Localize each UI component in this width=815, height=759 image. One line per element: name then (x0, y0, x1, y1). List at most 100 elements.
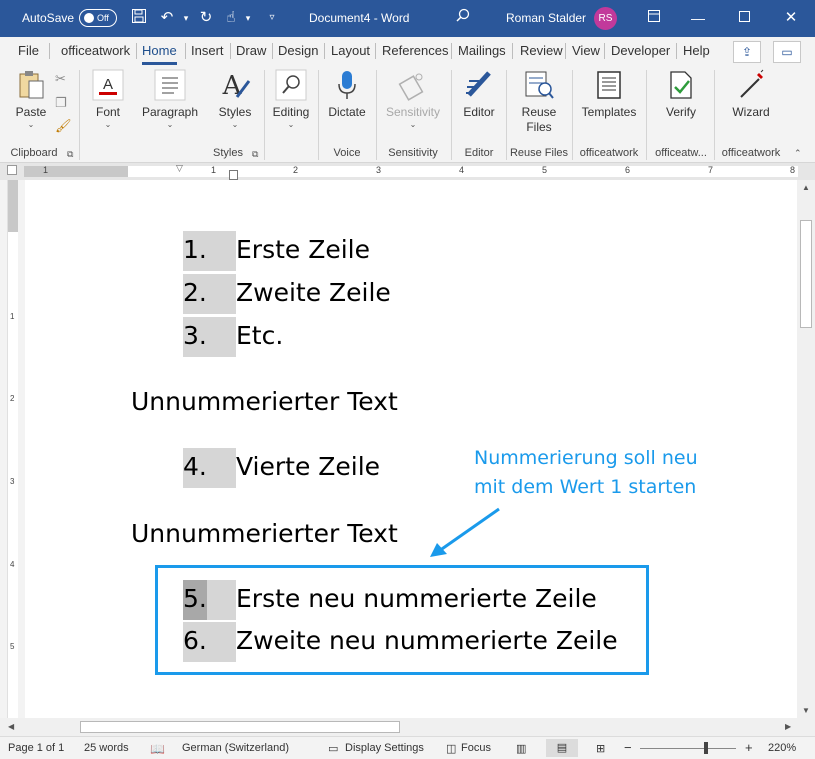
scroll-left-icon[interactable]: ◀ (8, 722, 14, 731)
minimize-icon[interactable]: — (688, 8, 708, 28)
dictate-button[interactable]: Dictate (325, 69, 369, 120)
sensitivity-button[interactable]: Sensitivity ⌄ (382, 69, 444, 130)
scroll-up-icon[interactable]: ▲ (802, 183, 810, 192)
language[interactable]: German (Switzerland) (182, 742, 289, 754)
hanging-indent-marker[interactable] (229, 170, 238, 180)
editing-button[interactable]: Editing ⌄ (270, 69, 312, 130)
horizontal-ruler[interactable]: 1 1 2 3 4 5 6 7 8 ▽ (0, 163, 815, 180)
collapse-ribbon-icon[interactable]: ⌃ (794, 148, 802, 159)
list-item: Vierte Zeile (236, 452, 381, 481)
templates-label: Templates (581, 105, 637, 119)
tab-officeatwork[interactable]: officeatwork (61, 43, 130, 63)
display-settings-icon[interactable]: ▭ (328, 742, 338, 755)
tab-view[interactable]: View (572, 43, 600, 63)
page-count[interactable]: Page 1 of 1 (8, 742, 64, 754)
wizard-button[interactable]: Wizard (728, 69, 774, 120)
editor-button[interactable]: Editor (458, 69, 500, 120)
verify-button[interactable]: Verify (660, 69, 702, 120)
vertical-ruler[interactable]: 1 2 3 4 5 (7, 180, 18, 718)
word-count[interactable]: 25 words (84, 742, 129, 754)
zoom-slider-thumb[interactable] (704, 742, 708, 754)
paste-button[interactable]: Paste ⌄ (10, 69, 52, 130)
tab-home[interactable]: Home (142, 43, 177, 65)
chevron-down-icon[interactable]: ⌄ (10, 120, 52, 130)
ruler-top-margin (8, 180, 18, 232)
group-sensitivity: Sensitivity (388, 147, 438, 159)
tab-help[interactable]: Help (683, 43, 710, 63)
first-line-indent-marker[interactable]: ▽ (176, 163, 183, 174)
templates-button[interactable]: Templates (580, 69, 638, 120)
copy-icon[interactable]: ❐ (55, 95, 67, 111)
tab-design[interactable]: Design (278, 43, 318, 63)
list-number: 2. (183, 278, 207, 307)
vertical-scroll-thumb[interactable] (800, 220, 812, 328)
save-icon[interactable] (129, 8, 149, 28)
vertical-scrollbar[interactable]: ▲ ▼ (797, 180, 815, 718)
list-number: 6. (183, 626, 207, 655)
tab-insert[interactable]: Insert (191, 43, 224, 63)
group-officeatwork-3: officeatwork (721, 147, 781, 159)
tab-review[interactable]: Review (520, 43, 563, 63)
tab-file[interactable]: File (18, 43, 39, 63)
tab-mailings[interactable]: Mailings (458, 43, 506, 63)
scroll-down-icon[interactable]: ▼ (802, 706, 810, 715)
svg-text:A: A (222, 71, 243, 101)
undo-dropdown-icon[interactable]: ▾ (176, 8, 196, 28)
tab-selector-icon[interactable] (7, 165, 17, 175)
paragraph-button[interactable]: Paragraph ⌄ (139, 69, 201, 130)
tab-separator (324, 43, 325, 59)
ruler-number: 2 (10, 394, 15, 403)
user-name[interactable]: Roman Stalder (506, 11, 586, 25)
group-separator (506, 70, 507, 160)
sensitivity-icon (397, 69, 429, 101)
comments-button[interactable]: ▭ (773, 41, 801, 63)
proofing-icon[interactable]: 📖 (150, 742, 165, 756)
styles-launcher-icon[interactable]: ⧉ (252, 149, 258, 160)
group-styles: Styles (213, 147, 243, 159)
search-icon[interactable] (453, 8, 473, 28)
web-layout-icon[interactable]: ⊞ (596, 742, 605, 755)
styles-button[interactable]: A Styles ⌄ (215, 69, 255, 130)
cut-icon[interactable]: ✂ (55, 71, 66, 87)
zoom-level[interactable]: 220% (768, 742, 796, 754)
clipboard-launcher-icon[interactable]: ⧉ (67, 149, 73, 160)
tab-separator (230, 43, 231, 59)
tab-references[interactable]: References (382, 43, 448, 63)
document-page[interactable]: 1. Erste Zeile 2. Zweite Zeile 3. Etc. U… (25, 180, 797, 718)
close-icon[interactable]: ✕ (781, 8, 801, 28)
display-settings[interactable]: Display Settings (345, 742, 424, 754)
ruler-number: 4 (10, 560, 15, 569)
horizontal-scroll-thumb[interactable] (80, 721, 400, 733)
focus-icon[interactable]: ◫ (446, 742, 456, 755)
customize-toolbar-icon[interactable]: ▿ (262, 8, 282, 28)
tab-separator (565, 43, 566, 59)
verify-label: Verify (665, 105, 696, 119)
reuse-files-button[interactable]: Reuse Files (515, 69, 563, 135)
focus-mode[interactable]: Focus (461, 742, 491, 754)
tab-layout[interactable]: Layout (331, 43, 370, 63)
share-button[interactable]: ⇪ (733, 41, 761, 63)
dictate-label: Dictate (328, 105, 366, 119)
chevron-down-icon: ⌄ (287, 120, 295, 129)
scroll-right-icon[interactable]: ▶ (785, 722, 791, 731)
zoom-slider-track[interactable] (640, 748, 736, 749)
font-button[interactable]: A Font ⌄ (87, 69, 129, 130)
horizontal-scrollbar[interactable]: ◀ ▶ (0, 718, 815, 736)
tab-draw[interactable]: Draw (236, 43, 266, 63)
zoom-in-icon[interactable]: + (745, 740, 753, 755)
avatar[interactable]: RS (594, 7, 617, 30)
autosave-toggle[interactable]: Off (79, 9, 117, 27)
ribbon-display-options-icon[interactable] (644, 8, 664, 28)
tab-developer[interactable]: Developer (611, 43, 670, 63)
ruler-number: 3 (376, 165, 382, 175)
sensitivity-label: Sensitivity (385, 105, 441, 119)
touch-dropdown-icon[interactable]: ▾ (238, 8, 258, 28)
zoom-out-icon[interactable]: − (624, 740, 632, 755)
print-layout-icon[interactable]: ▤ (546, 739, 578, 757)
group-separator (318, 70, 319, 160)
format-painter-icon[interactable]: 🖌 (55, 118, 72, 134)
maximize-icon[interactable] (734, 8, 754, 28)
redo-icon[interactable]: ↻ (196, 8, 216, 28)
read-mode-icon[interactable]: ▥ (516, 742, 526, 755)
undo-icon[interactable]: ↶ (157, 8, 177, 28)
